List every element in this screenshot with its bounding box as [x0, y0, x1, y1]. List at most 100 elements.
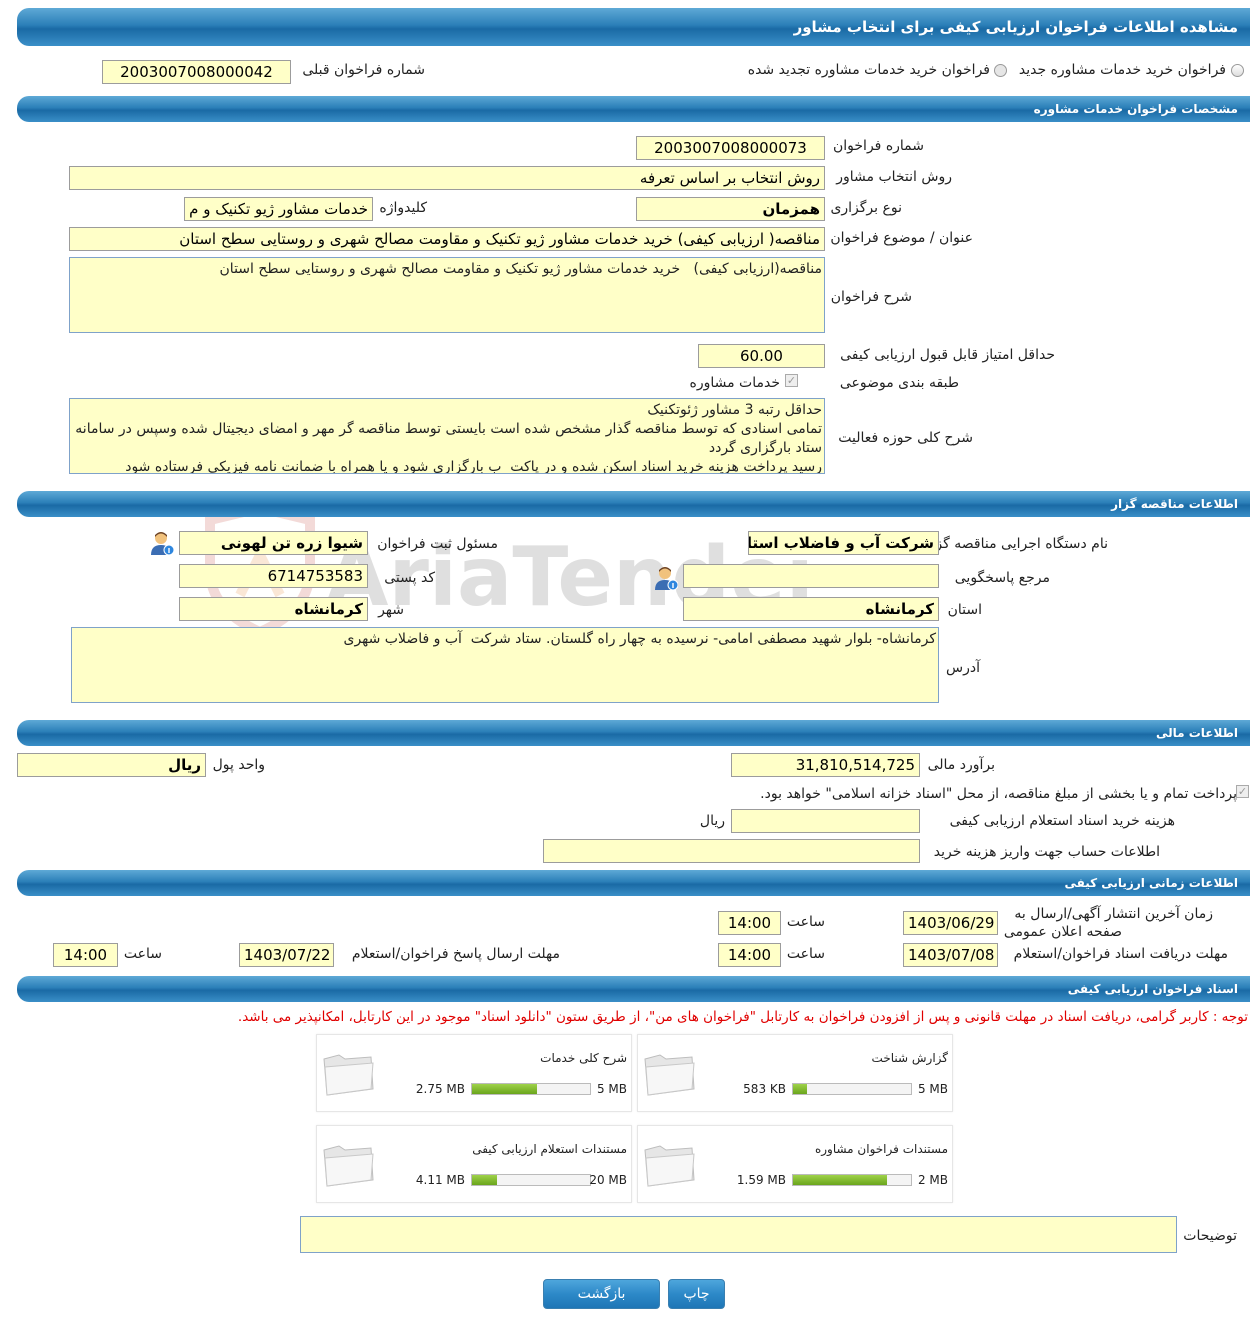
keyword-label: کلیدواژه	[379, 200, 427, 216]
province-field: کرمانشاه	[683, 597, 939, 621]
section-timing-header: اطلاعات زمانی ارزیابی کیفی	[17, 870, 1250, 896]
file-max-size: 5 MB	[917, 1082, 948, 1096]
receive-time-field: 14:00	[718, 943, 781, 967]
method-field: روش انتخاب بر اساس تعرفه	[69, 166, 825, 190]
currency-field: ریال	[17, 753, 206, 777]
treasury-checkbox[interactable]: ✓	[1236, 785, 1249, 798]
radio-renewed[interactable]	[994, 64, 1007, 77]
min-score-field: 60.00	[698, 344, 825, 368]
file-progress	[471, 1083, 591, 1095]
print-button[interactable]: چاپ	[668, 1279, 725, 1309]
scope-textarea: حداقل رتبه 3 مشاور ژئوتکنیک تمامی اسنادی…	[69, 398, 825, 474]
response-time-field: 14:00	[53, 943, 118, 967]
min-score-label: حداقل امتیاز قابل قبول ارزیابی کیفی	[840, 347, 1055, 363]
postal-label: کد پستی	[384, 570, 435, 586]
section-consulting-header: مشخصات فراخوان خدمات مشاوره	[17, 96, 1250, 122]
holding-type-label: نوع برگزاری	[830, 200, 902, 216]
documents-notice: توجه : کاربر گرامی، دریافت اسناد در مهلت…	[237, 1009, 1248, 1025]
file-max-size: 20 MB	[589, 1173, 627, 1187]
file-card[interactable]: شرح کلی خدمات 2.75 MB 5 MB	[316, 1034, 632, 1112]
radio-new[interactable]	[1231, 64, 1244, 77]
registrar-field: شیوا زره تن لهونی	[179, 531, 368, 555]
city-label: شهر	[378, 602, 404, 618]
file-progress	[792, 1083, 912, 1095]
holding-type-field: همزمان	[636, 197, 825, 221]
file-progress	[792, 1174, 912, 1186]
publish-time-field: 14:00	[718, 911, 781, 935]
city-field: کرمانشاه	[179, 597, 368, 621]
subject-field: مناقصه( ارزیابی کیفی) خرید خدمات مشاور ژ…	[69, 227, 825, 251]
publish-time-label: ساعت	[786, 914, 825, 930]
previous-tender-field: 2003007008000042	[102, 60, 291, 84]
response-label: مهلت ارسال پاسخ فراخوان/استعلام	[351, 946, 560, 962]
file-size: 2.75 MB	[415, 1082, 465, 1096]
receive-label: مهلت دریافت اسناد فراخوان/استعلام	[1013, 946, 1228, 962]
postal-field: 6714753583	[179, 564, 368, 588]
file-title: شرح کلی خدمات	[540, 1051, 627, 1065]
category-value: خدمات مشاوره	[689, 375, 780, 391]
doc-fee-label: هزینه خرید اسناد استعلام ارزیابی کیفی	[949, 813, 1175, 829]
file-card[interactable]: مستندات استعلام ارزیابی کیفی 4.11 MB 20 …	[316, 1125, 632, 1203]
treasury-text: پرداخت تمام و یا بخشی از مبلغ مناقصه، از…	[760, 786, 1237, 802]
receive-date-field: 1403/07/08	[903, 943, 998, 967]
tender-number-field: 2003007008000073	[636, 136, 825, 160]
previous-tender-label: شماره فراخوان قبلی	[302, 62, 425, 78]
file-title: گزارش شناخت	[871, 1051, 948, 1065]
org-label: نام دستگاه اجرایی مناقصه گزار	[924, 536, 1108, 552]
file-max-size: 5 MB	[596, 1082, 627, 1096]
estimate-field: 31,810,514,725	[731, 753, 920, 777]
address-label: آدرس	[946, 660, 980, 676]
file-title: مستندات استعلام ارزیابی کیفی	[472, 1142, 627, 1156]
scope-label: شرح کلی حوزه فعالیت	[838, 430, 973, 446]
folder-icon	[323, 1054, 374, 1096]
reference-field	[683, 564, 939, 588]
doc-fee-unit: ریال	[699, 813, 725, 829]
tender-number-label: شماره فراخوان	[833, 138, 924, 154]
publish-label-1: زمان آخرین انتشار آگهی/ارسال به	[1014, 906, 1213, 922]
registrar-label: مسئول ثبت فراخوان	[377, 536, 498, 552]
file-progress	[471, 1174, 591, 1186]
category-checkbox[interactable]: ✓	[785, 374, 798, 387]
estimate-label: برآورد مالی	[927, 757, 995, 773]
response-time-label: ساعت	[123, 946, 162, 962]
currency-label: واحد پول	[212, 757, 265, 773]
org-field: شرکت آب و فاضلاب استان	[748, 531, 939, 555]
reference-user-icon[interactable]	[654, 565, 678, 591]
response-date-field: 1403/07/22	[239, 943, 334, 967]
method-label: روش انتخاب مشاور	[836, 169, 952, 185]
description-textarea: مناقصه(ارزیابی کیفی) خرید خدمات مشاور ژی…	[69, 257, 825, 333]
back-button[interactable]: بازگشت	[543, 1279, 660, 1309]
publish-date-field: 1403/06/29	[903, 911, 998, 935]
file-size: 4.11 MB	[415, 1173, 465, 1187]
notes-label: توضیحات	[1183, 1228, 1237, 1244]
doc-fee-field	[731, 809, 920, 833]
file-title: مستندات فراخوان مشاوره	[814, 1142, 948, 1156]
folder-icon	[323, 1145, 374, 1187]
page-title: مشاهده اطلاعات فراخوان ارزیابی کیفی برای…	[17, 8, 1250, 46]
folder-icon	[644, 1145, 695, 1187]
radio-new-label: فراخوان خرید خدمات مشاوره جدید	[1018, 62, 1226, 78]
account-label: اطلاعات حساب جهت واریز هزینه خرید	[933, 844, 1160, 860]
category-label: طبقه بندی موضوعی	[839, 375, 959, 391]
file-card[interactable]: گزارش شناخت 583 KB 5 MB	[637, 1034, 953, 1112]
radio-renewed-label: فراخوان خرید خدمات مشاوره تجدید شده	[747, 62, 990, 78]
section-tenderer-header: اطلاعات مناقصه گزار	[17, 491, 1250, 517]
receive-time-label: ساعت	[786, 946, 825, 962]
notes-textarea	[300, 1216, 1177, 1253]
section-financial-header: اطلاعات مالی	[17, 720, 1250, 746]
address-textarea: کرمانشاه- بلوار شهید مصطفی امامی- نرسیده…	[71, 627, 939, 703]
file-max-size: 2 MB	[917, 1173, 948, 1187]
subject-label: عنوان / موضوع فراخوان	[830, 230, 973, 246]
file-size: 1.59 MB	[736, 1173, 786, 1187]
file-card[interactable]: مستندات فراخوان مشاوره 1.59 MB 2 MB	[637, 1125, 953, 1203]
registrar-user-icon[interactable]	[150, 530, 174, 556]
folder-icon	[644, 1054, 695, 1096]
province-label: استان	[947, 602, 982, 618]
reference-label: مرجع پاسخگویی	[954, 570, 1050, 586]
section-documents-header: اسناد فراخوان ارزیابی کیفی	[17, 976, 1250, 1002]
publish-label-2: صفحه اعلان عمومی	[1003, 924, 1122, 940]
keyword-field: خدمات مشاور ژیو تکنیک و م	[184, 197, 373, 221]
account-field	[543, 839, 920, 863]
file-size: 583 KB	[743, 1082, 786, 1096]
description-label: شرح فراخوان	[830, 289, 912, 305]
